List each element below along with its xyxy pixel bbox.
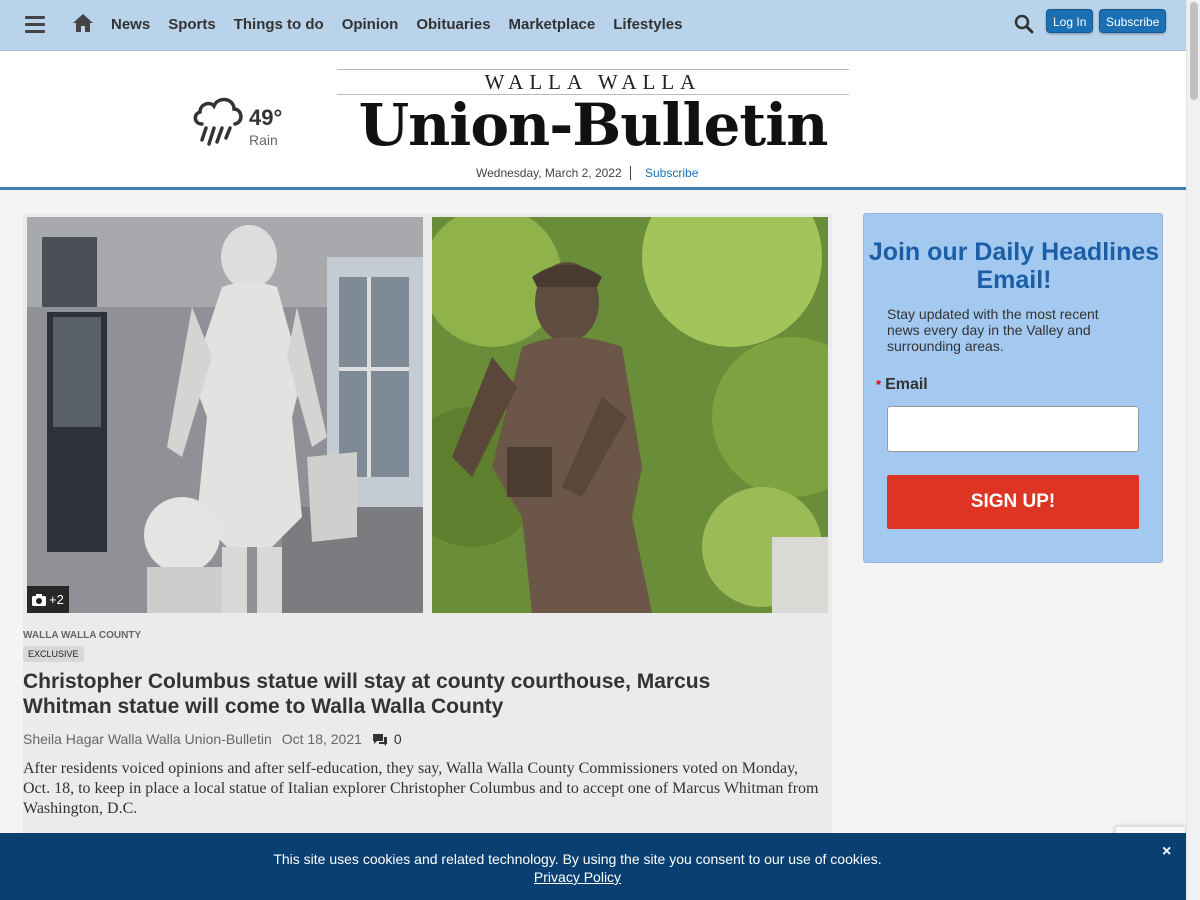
required-marker: * [876,377,882,392]
nav-item-things-to-do[interactable]: Things to do [234,16,324,33]
nav-item-obituaries[interactable]: Obituaries [416,16,490,33]
search-icon[interactable] [1014,14,1034,34]
email-label-text: Email [885,376,928,393]
masthead-subscribe-link[interactable]: Subscribe [645,166,698,180]
home-icon[interactable] [72,13,94,33]
camera-icon [32,593,46,606]
cookie-message: This site uses cookies and related techn… [273,851,882,867]
current-date: Wednesday, March 2, 2022 [476,166,631,180]
signup-description: Stay updated with the most recent news e… [887,306,1099,354]
rain-cloud-icon [193,97,243,146]
sign-up-button[interactable]: SIGN UP! [887,475,1139,529]
story-byline: Sheila Hagar Walla Walla Union-Bulletin … [23,731,402,747]
comments-link[interactable]: 0 [372,731,402,747]
whitman-statue-photo[interactable] [432,217,828,613]
close-icon[interactable]: × [1162,843,1171,861]
cookie-banner: This site uses cookies and related techn… [0,833,1186,900]
nav-item-news[interactable]: News [111,16,150,33]
page-scrollbar[interactable] [1186,0,1200,900]
newsletter-signup: Join our Daily Headlines Email! Stay upd… [863,213,1163,563]
weather-condition: Rain [249,132,278,148]
photo-count-label: +2 [49,592,64,607]
nav-item-opinion[interactable]: Opinion [342,16,399,33]
privacy-policy-link[interactable]: Privacy Policy [0,869,1155,885]
menu-icon[interactable] [25,16,45,34]
exclusive-badge: EXCLUSIVE [23,646,84,662]
comment-count: 0 [393,731,402,747]
lead-story: +2 Walla Walla County EXCLUSIVE Christop… [23,213,832,853]
story-section-kicker[interactable]: Walla Walla County [23,630,141,641]
story-headline[interactable]: Christopher Columbus statue will stay at… [23,669,783,719]
main-nav-links: News Sports Things to do Opinion Obituar… [111,16,682,33]
site-logo[interactable]: Union-Bulletin [337,91,849,159]
columbus-statue-photo[interactable] [27,217,423,613]
nav-item-lifestyles[interactable]: Lifestyles [613,16,682,33]
nav-item-sports[interactable]: Sports [168,16,216,33]
nav-item-marketplace[interactable]: Marketplace [509,16,596,33]
scrollbar-thumb[interactable] [1190,2,1198,100]
story-date: Oct 18, 2021 [281,731,362,747]
top-nav: News Sports Things to do Opinion Obituar… [0,0,1186,51]
masthead: 49° Rain WALLA WALLA Union-Bulletin Wedn… [0,51,1186,190]
story-summary: After residents voiced opinions and afte… [23,760,819,817]
subscribe-button[interactable]: Subscribe [1099,9,1167,33]
comments-icon [372,733,387,746]
email-label: * Email [876,376,928,394]
story-author: Sheila Hagar Walla Walla Union-Bulletin [23,731,272,747]
signup-title: Join our Daily Headlines Email! [868,238,1160,294]
email-field[interactable] [887,406,1139,452]
photo-gallery-count[interactable]: +2 [27,586,69,613]
weather-temperature: 49° [249,105,283,130]
login-button[interactable]: Log In [1046,9,1094,33]
